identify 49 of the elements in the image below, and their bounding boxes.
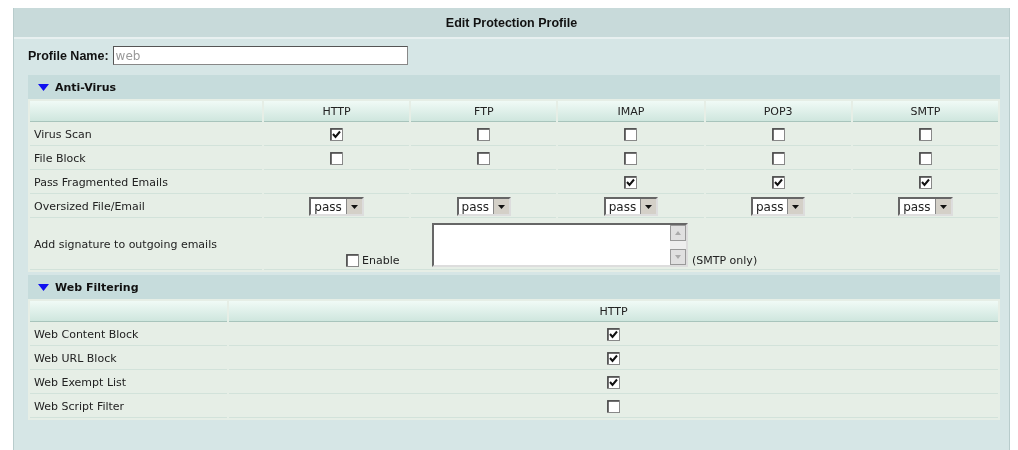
dropdown[interactable]: pass: [603, 197, 659, 216]
row-label: Web Exempt List: [34, 376, 127, 389]
column-header: SMTP: [910, 104, 941, 118]
checkbox[interactable]: [607, 352, 620, 366]
dropdown[interactable]: pass: [898, 197, 953, 216]
checkbox[interactable]: [346, 254, 359, 267]
checkbox[interactable]: [477, 152, 491, 166]
caret-icon: [493, 199, 509, 214]
checkbox[interactable]: [918, 176, 932, 190]
checkbox[interactable]: [477, 128, 491, 142]
row-label: Pass Fragmented Emails: [34, 176, 168, 189]
checkbox[interactable]: [624, 176, 638, 190]
row-label: Oversized File/Email: [34, 200, 145, 213]
checkbox[interactable]: [771, 176, 785, 190]
checkbox[interactable]: [918, 128, 932, 142]
checkbox[interactable]: [607, 400, 620, 414]
section-header[interactable]: Anti-Virus: [28, 75, 1000, 99]
column-header: POP3: [763, 104, 793, 118]
checkbox[interactable]: [330, 152, 344, 166]
checkbox[interactable]: [771, 152, 785, 166]
checkbox[interactable]: [624, 128, 638, 142]
field-label: Profile Name:: [28, 48, 109, 63]
row-label: File Block: [34, 152, 86, 165]
row-label: Web Script Filter: [34, 400, 125, 413]
caret-icon: [787, 199, 804, 214]
row-label: Virus Scan: [34, 128, 92, 141]
caret-icon: [640, 199, 657, 214]
caret-icon: [345, 199, 362, 214]
column-header: IMAP: [617, 104, 645, 118]
checkbox[interactable]: [918, 152, 932, 166]
column-header: HTTP: [322, 104, 351, 118]
enable-label: Enable: [362, 254, 400, 267]
checkbox[interactable]: [607, 328, 620, 342]
checkbox[interactable]: [624, 152, 638, 166]
checkbox[interactable]: [771, 128, 785, 142]
section-header[interactable]: Web Filtering: [28, 275, 1000, 299]
checkbox[interactable]: [330, 128, 344, 142]
panel-title: Edit Protection Profile: [14, 8, 1009, 39]
dropdown[interactable]: pass: [456, 197, 511, 216]
note-text: (SMTP only): [692, 254, 758, 267]
row-label: Add signature to outgoing emails: [34, 238, 217, 251]
caret-icon: [934, 199, 951, 214]
dropdown[interactable]: pass: [750, 197, 806, 216]
column-header: HTTP: [599, 304, 628, 318]
row-label: Web URL Block: [34, 352, 117, 365]
checkbox[interactable]: [607, 376, 620, 390]
row-label: Web Content Block: [34, 328, 139, 341]
dropdown[interactable]: pass: [309, 197, 364, 216]
column-header: FTP: [474, 104, 494, 118]
